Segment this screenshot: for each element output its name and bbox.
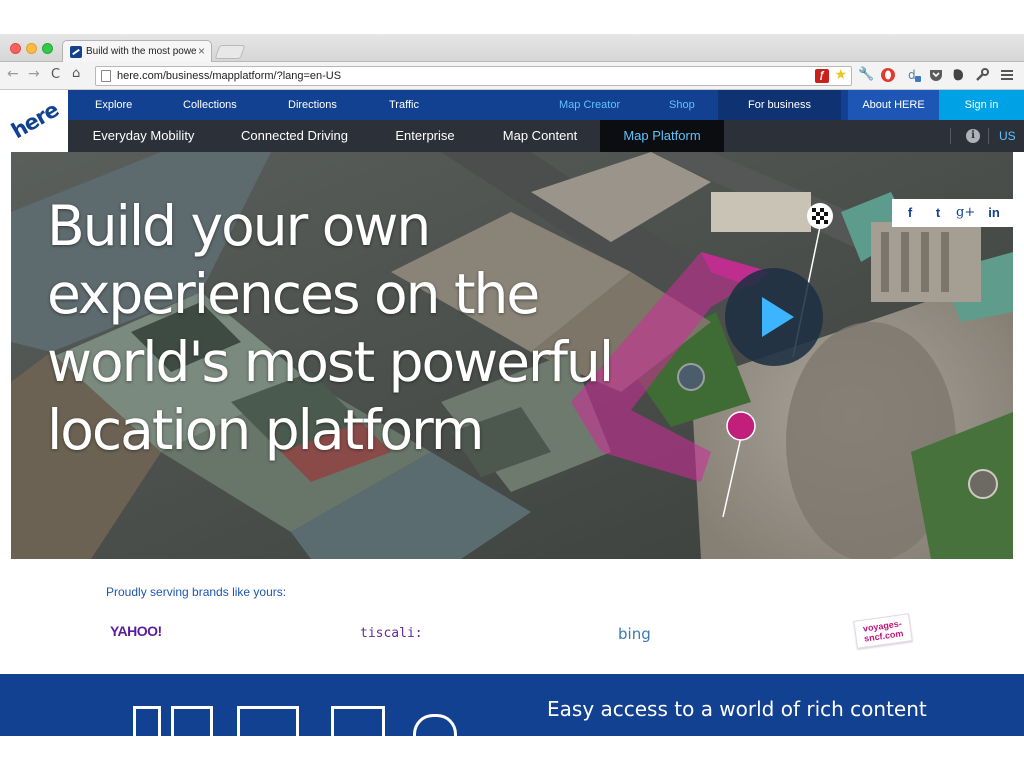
evernote-icon[interactable] [950,67,966,83]
browser-toolbar: ← → C ⌂ here.com/business/mapplatform/?l… [0,62,1024,90]
nav-for-business[interactable]: For business [718,90,841,120]
extension-icon[interactable]: d [906,67,922,83]
car-icon [413,714,457,736]
back-arrow-icon[interactable]: ← [7,66,19,82]
yahoo-logo: YAHOO! [110,623,162,639]
hero-headline: Build your own experiences on the world'… [47,192,687,464]
nav-collections[interactable]: Collections [183,90,237,120]
features-band: Easy access to a world of rich content [0,674,1024,736]
nav-map-creator[interactable]: Map Creator [559,90,620,120]
here-website: here Explore Collections Directions Traf… [0,90,1024,736]
sign-in-button[interactable]: Sign in [939,90,1024,120]
subnav-everyday-mobility[interactable]: Everyday Mobility [68,120,219,152]
reload-icon[interactable]: C [51,67,60,82]
nav-directions[interactable]: Directions [288,90,337,120]
nav-explore[interactable]: Explore [95,90,132,120]
subnav-enterprise[interactable]: Enterprise [370,120,480,152]
top-navigation: Explore Collections Directions Traffic M… [68,90,1024,120]
address-bar[interactable]: here.com/business/mapplatform/?lang=en-U… [95,66,852,86]
phone-icon [133,706,161,736]
here-logo[interactable]: here [0,90,68,152]
browser-tab[interactable]: Build with the most powerf × [62,40,212,63]
here-favicon-icon [70,46,82,58]
opera-icon[interactable] [880,67,896,83]
hero-headline-line: world's most powerful [47,330,614,394]
flash-icon[interactable]: ƒ [815,69,829,83]
tablet-icon [171,706,213,736]
forward-arrow-icon[interactable]: → [28,66,40,82]
twitter-icon[interactable]: t [929,204,947,222]
subnav-connected-driving[interactable]: Connected Driving [219,120,370,152]
bing-logo: bing [618,625,651,643]
home-icon[interactable]: ⌂ [72,66,80,81]
tab-bar: Build with the most powerf × [0,34,1024,63]
subnav-map-content[interactable]: Map Content [480,120,600,152]
url-text[interactable]: here.com/business/mapplatform/?lang=en-U… [117,70,341,82]
facebook-icon[interactable]: f [901,204,919,222]
google-plus-icon[interactable]: g+ [956,204,975,222]
linkedin-icon[interactable]: in [985,204,1003,222]
brands-label: Proudly serving brands like yours: [106,585,287,599]
band-heading: Easy access to a world of rich content [547,697,927,721]
page-icon [101,70,111,82]
menu-icon[interactable] [999,67,1015,83]
nav-traffic[interactable]: Traffic [389,90,419,120]
subnav-divider [950,128,951,144]
star-icon[interactable]: ★ [834,67,847,83]
play-icon [762,297,794,337]
hero-headline-line: experiences on the [47,262,540,326]
hero-headline-line: Build your own [47,194,431,258]
subnav-map-platform[interactable]: Map Platform [600,120,724,152]
tab-close-icon[interactable]: × [198,44,205,58]
laptop-icon [237,706,299,736]
here-logo-text: here [7,97,63,144]
wrench-icon[interactable]: 🔧 [858,67,874,83]
tiscali-logo: tiscali: [360,626,423,641]
new-tab-button[interactable] [214,45,246,59]
svg-text:d: d [908,68,916,82]
share-bar: f t g+ in [892,199,1013,227]
brands-section: Proudly serving brands like yours: YAHOO… [0,559,1024,674]
subnav-divider [988,128,989,144]
sub-navigation: Everyday Mobility Connected Driving Ente… [68,120,1024,152]
hero-headline-line: location platform [47,398,484,462]
browser-window: Build with the most powerf × ← → C ⌂ her… [0,34,1024,736]
nav-about-here[interactable]: About HERE [848,90,939,120]
play-video-button[interactable] [725,268,823,366]
tab-title: Build with the most powerf [86,46,196,57]
minimize-window-button[interactable] [26,43,37,54]
close-window-button[interactable] [10,43,21,54]
region-selector[interactable]: US [999,120,1016,152]
zoom-window-button[interactable] [42,43,53,54]
voyages-sncf-logo: voyages- sncf.com [853,613,913,649]
info-icon[interactable]: i [966,129,980,143]
nav-shop[interactable]: Shop [669,90,695,120]
settings-wrench-icon[interactable] [974,67,990,83]
hero-banner: Build your own experiences on the world'… [11,152,1013,559]
pocket-icon[interactable] [928,67,944,83]
monitor-icon [331,706,385,736]
